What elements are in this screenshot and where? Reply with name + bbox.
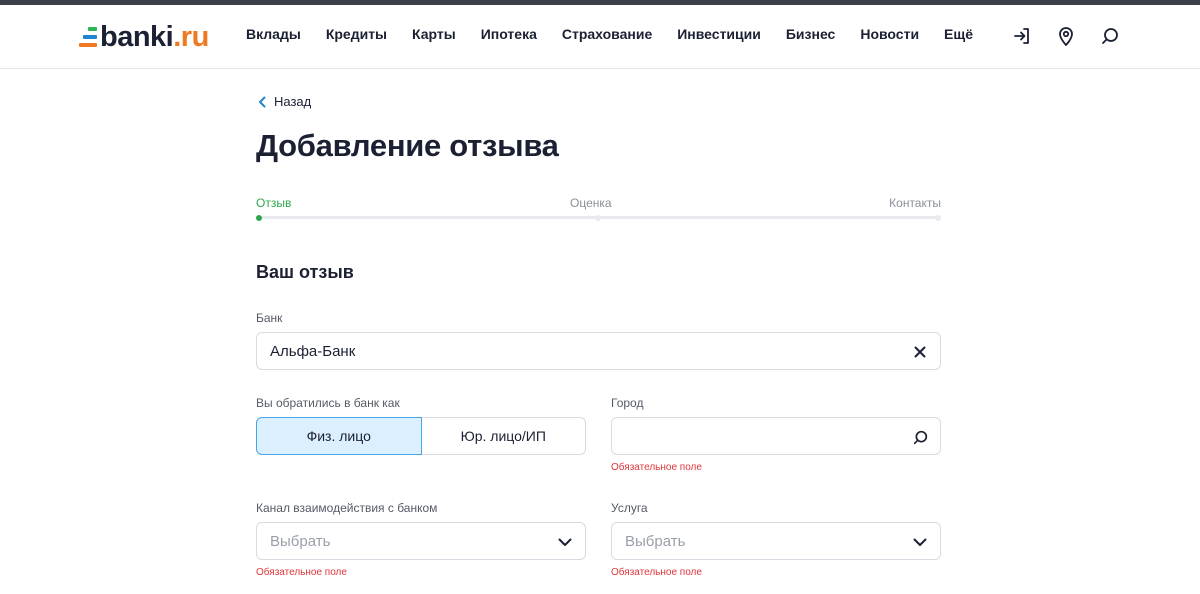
- back-link[interactable]: Назад: [258, 94, 311, 109]
- service-placeholder: Выбрать: [625, 533, 686, 550]
- channel-error: Обязательное поле: [256, 567, 347, 578]
- bank-value: Альфа-Банк: [270, 343, 356, 360]
- nav-item-insurance[interactable]: Страхование: [562, 26, 652, 42]
- clear-icon[interactable]: [912, 344, 928, 360]
- search-icon[interactable]: [1101, 26, 1119, 46]
- nav-item-more[interactable]: Ещё: [944, 26, 973, 42]
- service-error: Обязательное поле: [611, 567, 702, 578]
- nav-item-investments[interactable]: Инвестиции: [677, 26, 761, 42]
- chevron-down-icon: [912, 534, 928, 550]
- back-label: Назад: [274, 94, 312, 109]
- step-dot-contacts: [935, 215, 941, 221]
- city-error: Обязательное поле: [611, 462, 702, 473]
- login-icon[interactable]: [1013, 26, 1031, 46]
- step-dot-rating: [595, 215, 601, 221]
- nav-item-deposits[interactable]: Вклады: [246, 26, 301, 42]
- nav-item-credits[interactable]: Кредиты: [326, 26, 387, 42]
- logo-text: banki: [100, 20, 174, 53]
- step-review-label: Отзыв: [256, 196, 292, 210]
- city-label: Город: [611, 396, 644, 410]
- step-dot-review: [256, 215, 262, 221]
- client-type-toggle: Физ. лицо Юр. лицо/ИП: [256, 417, 586, 455]
- nav-item-mortgage[interactable]: Ипотека: [481, 26, 537, 42]
- client-type-legal[interactable]: Юр. лицо/ИП: [421, 417, 586, 455]
- service-select[interactable]: Выбрать: [611, 522, 941, 560]
- nav-item-news[interactable]: Новости: [860, 26, 919, 42]
- step-contacts-label: Контакты: [889, 196, 941, 210]
- step-rating-label: Оценка: [570, 196, 612, 210]
- city-input[interactable]: [611, 417, 941, 455]
- client-type-individual[interactable]: Физ. лицо: [256, 417, 422, 455]
- bank-label: Банк: [256, 311, 283, 325]
- site-header: banki.ru Вклады Кредиты Карты Ипотека Ст…: [0, 5, 1200, 69]
- nav-item-business[interactable]: Бизнес: [786, 26, 835, 42]
- logo-suffix: .ru: [173, 20, 209, 53]
- banki-logo[interactable]: banki.ru: [79, 20, 209, 53]
- nav-item-cards[interactable]: Карты: [412, 26, 456, 42]
- header-actions: [1013, 26, 1119, 46]
- service-label: Услуга: [611, 501, 648, 515]
- bank-field[interactable]: Альфа-Банк: [256, 332, 941, 370]
- main-nav: Вклады Кредиты Карты Ипотека Страхование…: [246, 26, 998, 42]
- channel-placeholder: Выбрать: [270, 533, 331, 550]
- channel-label: Канал взаимодействия с банком: [256, 501, 438, 515]
- logo-mark-icon: [79, 26, 97, 48]
- channel-select[interactable]: Выбрать: [256, 522, 586, 560]
- page-title: Добавление отзыва: [256, 128, 559, 163]
- location-pin-icon[interactable]: [1057, 26, 1075, 46]
- search-icon[interactable]: [912, 429, 928, 445]
- progress-steps: Отзыв Оценка Контакты: [256, 196, 941, 226]
- section-title: Ваш отзыв: [256, 262, 354, 282]
- client-type-label: Вы обратились в банк как: [256, 396, 400, 410]
- chevron-left-icon: [259, 96, 266, 107]
- chevron-down-icon: [557, 534, 573, 550]
